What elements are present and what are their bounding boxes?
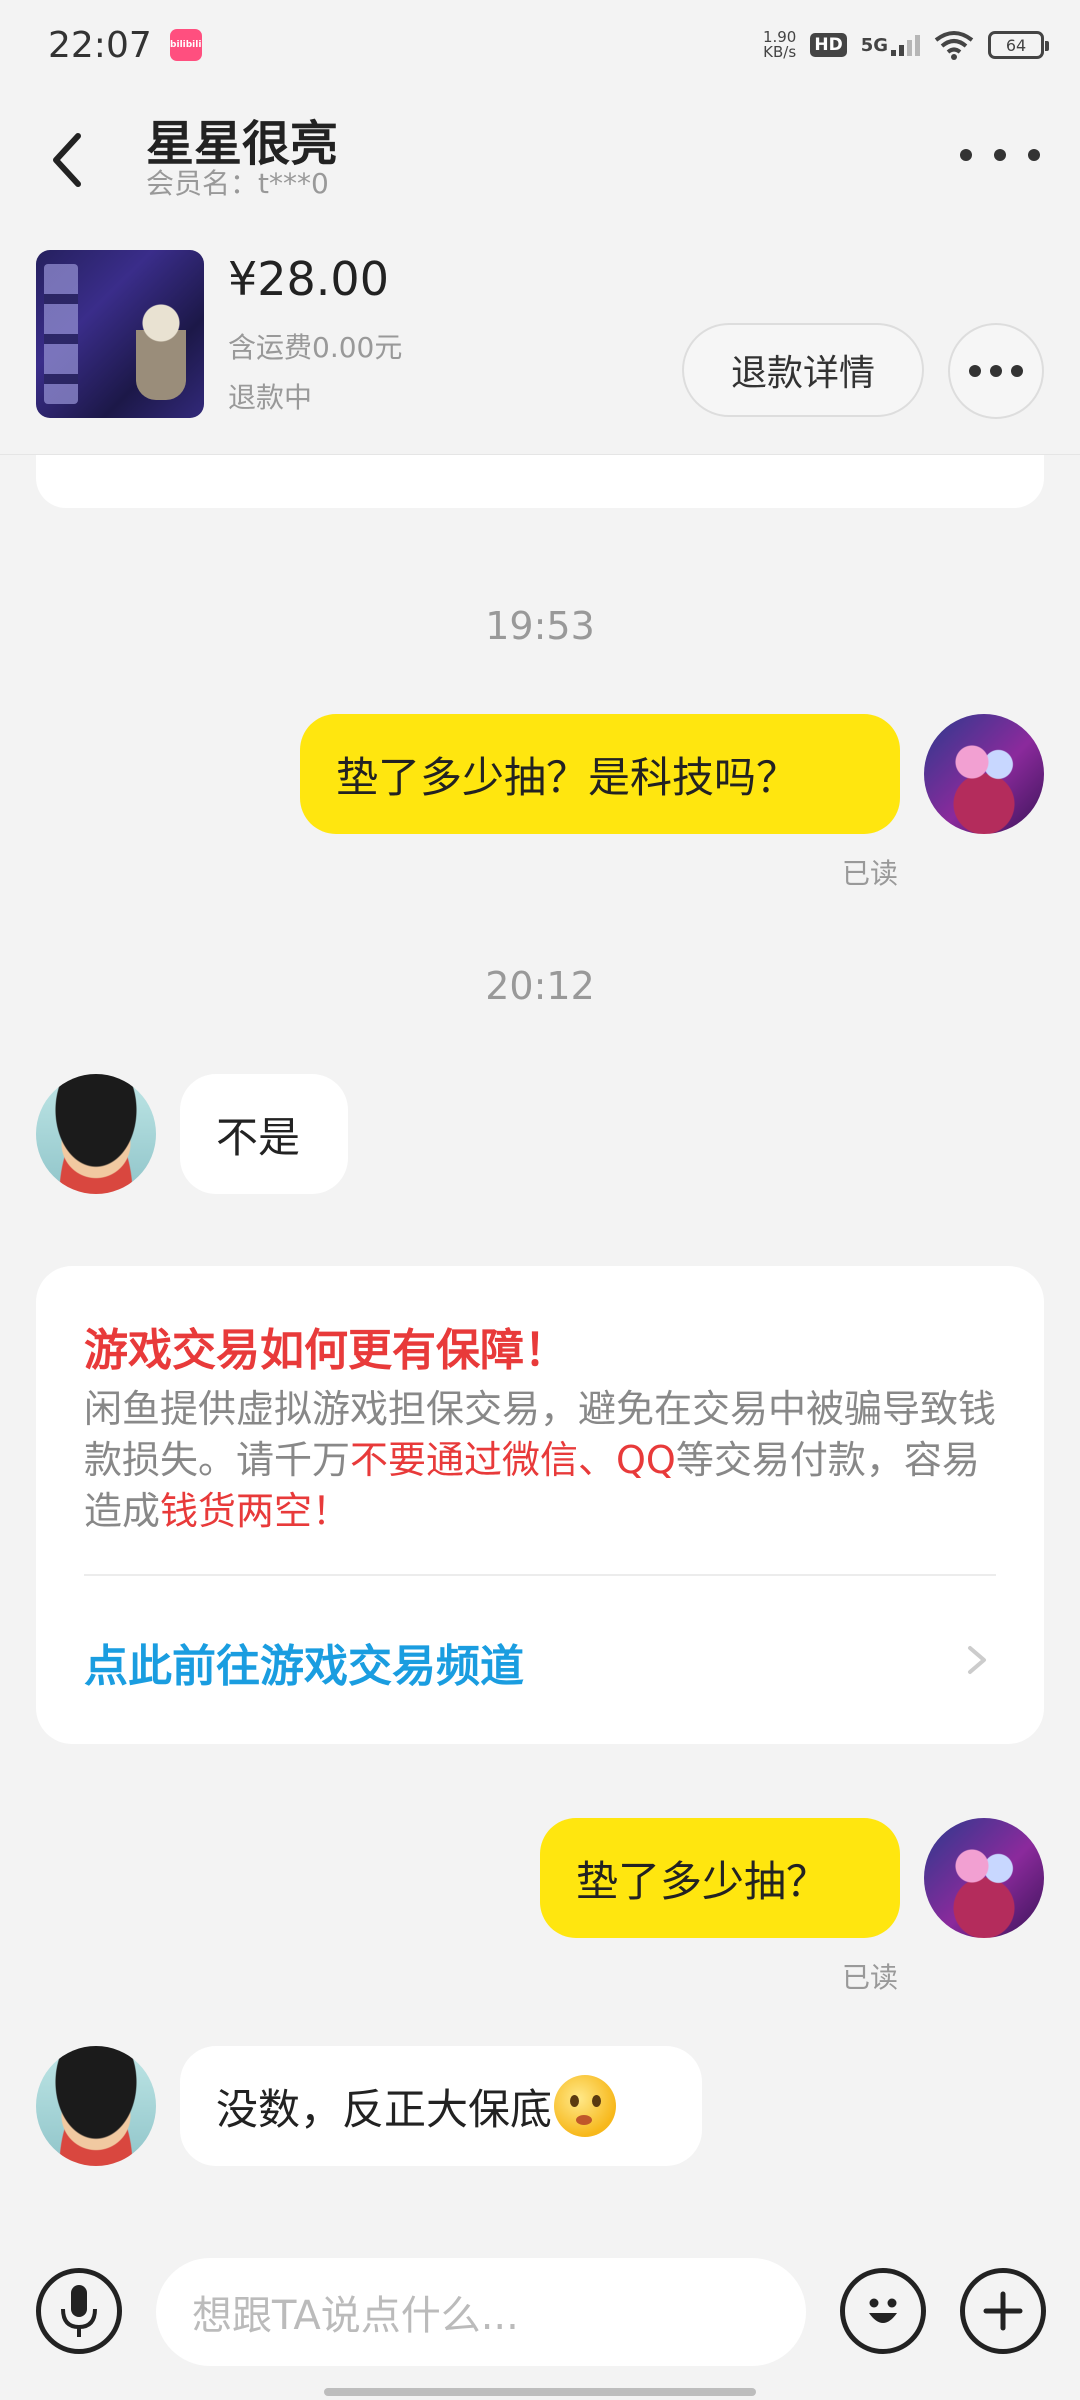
shipping-fee: 含运费0.00元: [228, 331, 403, 364]
chat-header: 星星很亮 会员名：t***0: [0, 90, 1080, 230]
notice-body: 闲鱼提供虚拟游戏担保交易，避免在交易中被骗导致钱款损失。请千万不要通过微信、QQ…: [84, 1387, 997, 1533]
status-time: 22:07: [48, 24, 152, 66]
status-bar: 22:07 bilibili 1.90 KB/s HD 5G 64: [0, 0, 1080, 90]
product-bar: ¥28.00 含运费0.00元 退款中 退款详情: [0, 230, 1080, 455]
my-avatar[interactable]: [924, 714, 1044, 834]
bilibili-app-icon: bilibili: [169, 29, 202, 61]
product-price: ¥28.00: [228, 252, 389, 306]
sent-message[interactable]: 垫了多少抽？是科技吗？: [300, 714, 900, 834]
wifi-icon: [934, 31, 974, 60]
refund-details-button[interactable]: 退款详情: [682, 323, 924, 417]
shocked-face-emoji-icon: [554, 2075, 617, 2137]
message-input[interactable]: 想跟TA说点什么...: [156, 2258, 806, 2366]
back-arrow-icon[interactable]: [42, 120, 92, 200]
order-status: 退款中: [228, 381, 313, 414]
hd-icon: HD: [810, 33, 847, 57]
game-trade-channel-link[interactable]: 点此前往游戏交易频道: [84, 1630, 524, 1694]
product-thumbnail[interactable]: [36, 250, 204, 418]
home-indicator[interactable]: [324, 2388, 756, 2396]
received-message[interactable]: 不是: [180, 1074, 348, 1194]
more-icon[interactable]: [960, 130, 1040, 180]
other-avatar[interactable]: [36, 2046, 156, 2166]
divider: [84, 1574, 996, 1576]
timestamp: 19:53: [485, 604, 595, 648]
received-message[interactable]: 没数，反正大保底: [180, 2046, 702, 2166]
my-avatar[interactable]: [924, 1818, 1044, 1938]
read-receipt: 已读: [842, 1961, 899, 1994]
member-name: 会员名：t***0: [146, 167, 329, 200]
other-avatar[interactable]: [36, 1074, 156, 1194]
network-speed: 1.90 KB/s: [762, 28, 797, 61]
product-more-button[interactable]: [948, 323, 1044, 419]
input-bar: 想跟TA说点什么...: [0, 2240, 1080, 2380]
microphone-icon[interactable]: [36, 2268, 122, 2354]
game-trade-notice-card: 游戏交易如何更有保障！ 闲鱼提供虚拟游戏担保交易，避免在交易中被骗导致钱款损失。…: [36, 1266, 1044, 1744]
emoji-icon[interactable]: [840, 2268, 926, 2354]
plus-icon[interactable]: [960, 2268, 1046, 2354]
battery-icon: 64: [988, 31, 1049, 59]
timestamp: 20:12: [485, 964, 595, 1008]
sent-message[interactable]: 垫了多少抽？: [540, 1818, 900, 1938]
signal-icon: 5G: [861, 34, 920, 56]
chevron-right-icon[interactable]: [962, 1640, 992, 1680]
read-receipt: 已读: [842, 857, 899, 890]
notice-title: 游戏交易如何更有保障！: [84, 1325, 568, 1376]
